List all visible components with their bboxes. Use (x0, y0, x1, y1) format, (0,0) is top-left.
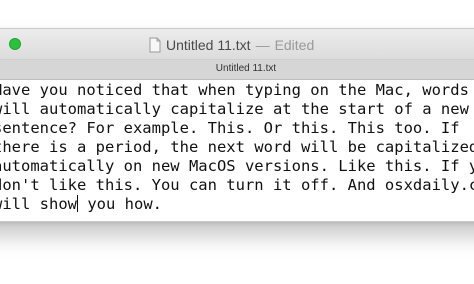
textedit-window: Untitled 11.txt — Edited Untitled 11.txt… (0, 28, 474, 222)
text-line-1: Have you noticed that when typing on the… (0, 81, 469, 99)
window-title-separator: — (255, 37, 270, 53)
title-bar[interactable]: Untitled 11.txt — Edited (0, 29, 474, 60)
tab-untitled-11[interactable]: Untitled 11.txt (0, 63, 474, 74)
tab-bar: Untitled 11.txt (0, 60, 474, 80)
text-line-4: there is a period, the next word will be… (0, 138, 474, 156)
text-line-7: will show you how. (0, 195, 162, 214)
window-title: Untitled 11.txt — Edited (149, 35, 314, 55)
screenshot-stage: Untitled 11.txt — Edited Untitled 11.txt… (0, 0, 474, 284)
text-line-3: sentence? For example. This. Or this. Th… (0, 119, 460, 137)
text-line-2: will automatically capitalize at the sta… (0, 100, 469, 118)
edited-status: Edited (274, 37, 315, 53)
document-icon (149, 37, 161, 53)
document-text-area[interactable]: Have you noticed that when typing on the… (0, 80, 474, 221)
zoom-button[interactable] (9, 38, 21, 50)
text-after-caret: you how. (78, 195, 162, 213)
window-title-filename: Untitled 11.txt (166, 37, 251, 53)
text-line-6: don't like this. You can turn it off. An… (0, 176, 474, 194)
text-before-caret: will show (0, 195, 77, 213)
text-line-5: automatically on new MacOS versions. Lik… (0, 157, 474, 175)
